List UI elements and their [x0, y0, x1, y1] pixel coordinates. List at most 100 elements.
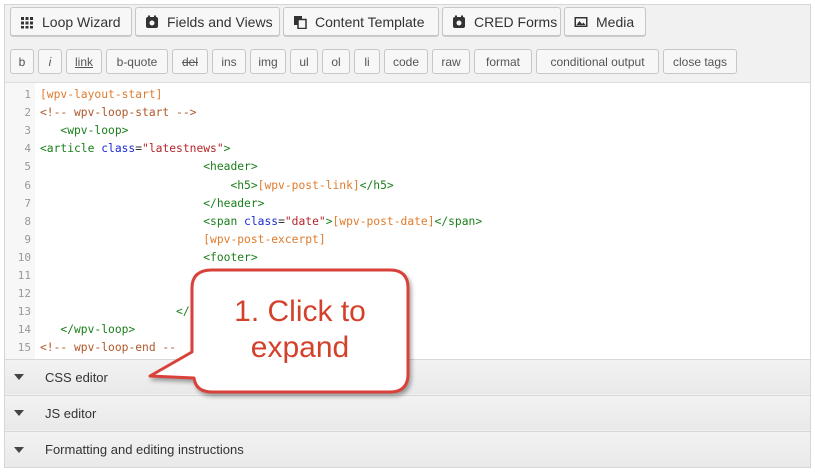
line-number: 11 — [17, 269, 31, 282]
code-token: <header> — [203, 160, 258, 174]
quicktag-del[interactable]: del — [172, 49, 208, 74]
line-number: 14 — [17, 323, 31, 337]
callout-text: 1. Click to expand — [200, 294, 400, 366]
quicktag-b-quote[interactable]: b-quote — [106, 49, 168, 74]
callout-line-1: 1. Click to — [234, 295, 366, 328]
code-token: <!-- wpv-loop-end -- — [40, 341, 177, 355]
quicktag-ol[interactable]: ol — [322, 49, 350, 74]
js-editor-title: JS editor — [45, 405, 97, 421]
toolset-icon — [145, 15, 159, 29]
callout-line-2: expand — [250, 331, 350, 364]
cred-forms-button[interactable]: CRED Forms — [442, 7, 561, 36]
code-token: <footer> — [203, 250, 258, 264]
line-number: 1 — [24, 88, 31, 101]
code-token: "date" — [284, 214, 326, 228]
code-token: </ — [176, 305, 190, 319]
code-line: </header> — [40, 197, 264, 210]
js-editor-section[interactable]: JS editor — [5, 395, 810, 430]
code-token: [wpv-post-excerpt] — [203, 232, 326, 246]
quicktag-b[interactable]: b — [10, 49, 34, 74]
copy-icon — [293, 15, 307, 29]
toolset-icon — [452, 15, 466, 29]
code-line: <footer> — [40, 250, 258, 264]
image-icon — [574, 15, 588, 29]
code-token: <article — [40, 142, 102, 156]
code-line: <header> — [40, 160, 258, 174]
code-line: [wpv-layout-start] — [40, 88, 162, 101]
quicktag-i[interactable]: i — [38, 49, 62, 74]
formatting-instructions-title: Formatting and editing instructions — [45, 442, 244, 457]
code-token: class — [244, 214, 279, 228]
line-number-gutter: 1 2 3 4 5 6 7 8 9 10 11 12 13 14 15 — [5, 83, 35, 359]
code-token: <h5> — [230, 178, 258, 192]
line-number: 2 — [24, 106, 31, 120]
loop-wizard-label: Loop Wizard — [42, 13, 121, 30]
css-editor-title: CSS editor — [45, 369, 108, 385]
code-line: [wpv-post-excerpt] — [40, 232, 326, 246]
quicktag-img[interactable]: img — [250, 49, 286, 74]
fields-and-views-label: Fields and Views — [167, 13, 273, 30]
formatting-instructions-section[interactable]: Formatting and editing instructions — [5, 431, 810, 467]
quicktag-li[interactable]: li — [354, 49, 380, 74]
code-token: </header> — [203, 196, 265, 210]
code-token: <wpv-loop> — [60, 124, 129, 138]
media-label: Media — [596, 13, 635, 30]
media-button[interactable]: Media — [564, 7, 646, 36]
quicktag-raw[interactable]: raw — [432, 49, 470, 74]
line-number: 12 — [17, 287, 31, 301]
code-token: <span — [203, 214, 245, 228]
content-template-button[interactable]: Content Template — [283, 7, 439, 36]
code-line: <article class="latestnews"> — [40, 142, 230, 155]
caret-down-icon — [14, 446, 24, 453]
fields-and-views-button[interactable]: Fields and Views — [135, 7, 280, 36]
quicktag-ins[interactable]: ins — [212, 49, 246, 74]
caret-down-icon — [14, 410, 24, 416]
line-number: 10 — [17, 250, 31, 264]
code-token: [wpv-post-link] — [257, 178, 360, 192]
line-number: 5 — [24, 160, 31, 174]
code-token: > — [223, 142, 231, 156]
quicktag-code[interactable]: code — [384, 49, 428, 74]
code-editor[interactable]: 1 2 3 4 5 6 7 8 9 10 11 12 13 14 15 [wpv-layout-start]… — [5, 82, 810, 359]
code-token: </wpv-loop> — [60, 323, 136, 337]
line-number: 15 — [17, 341, 31, 355]
code-token: <!-- wpv-loop-start --> — [40, 106, 197, 120]
line-number: 3 — [24, 124, 31, 138]
code-line: <span class="date">[wpv-post-date]</span… — [40, 215, 482, 228]
quicktag-link[interactable]: link — [66, 49, 102, 74]
code-token: </span> — [434, 214, 483, 228]
code-line: </wpv-loop> — [40, 323, 135, 336]
quicktag-conditional-output[interactable]: conditional output — [536, 49, 659, 74]
line-number: 9 — [24, 232, 31, 246]
code-token: = — [278, 214, 285, 228]
quicktag-format[interactable]: format — [474, 49, 532, 74]
code-token: [wpv-layout-start] — [40, 88, 163, 101]
code-token: > — [325, 214, 333, 228]
grid-icon — [20, 15, 34, 29]
line-number: 8 — [24, 214, 31, 228]
quicktag-ul[interactable]: ul — [290, 49, 318, 74]
code-token: [wpv-post-date] — [332, 214, 435, 228]
line-number: 6 — [24, 178, 31, 192]
caret-down-icon — [14, 374, 24, 380]
quicktag-close-tags[interactable]: close tags — [663, 49, 737, 74]
code-line: </ — [40, 305, 190, 318]
loop-wizard-button[interactable]: Loop Wizard — [10, 7, 132, 36]
css-editor-section[interactable]: CSS editor — [5, 359, 810, 394]
code-token: </h5> — [359, 178, 394, 192]
code-token: "latestnews" — [142, 142, 224, 156]
content-template-label: Content Template — [315, 13, 425, 30]
code-line: <h5>[wpv-post-link]</h5> — [40, 178, 394, 192]
code-line: <wpv-loop> — [40, 124, 128, 137]
cred-forms-label: CRED Forms — [474, 13, 558, 30]
line-number: 13 — [17, 305, 31, 319]
